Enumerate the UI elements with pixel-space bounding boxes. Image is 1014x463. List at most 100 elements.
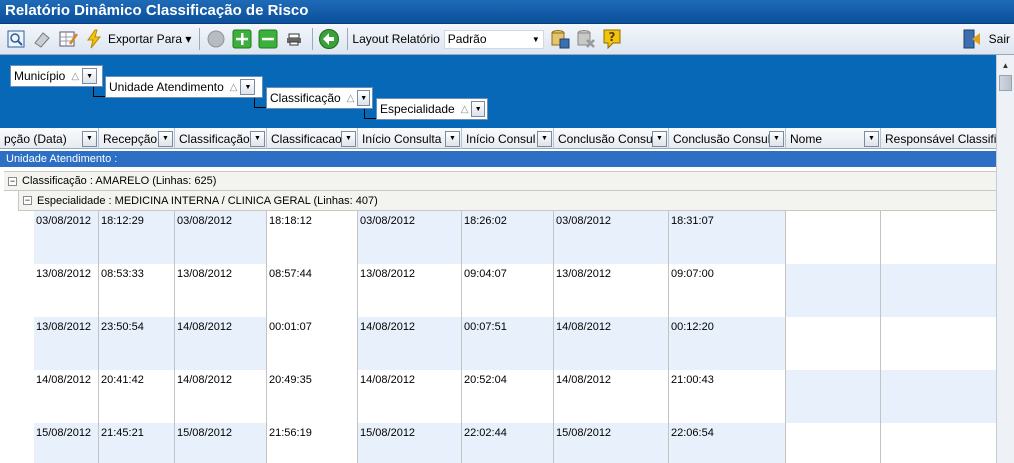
table-cell[interactable]: 22:06:54 <box>669 423 786 463</box>
table-row[interactable]: 03/08/2012 18:12:29 03/08/2012 18:18:12 … <box>34 211 996 264</box>
help-icon[interactable]: ? <box>600 27 624 51</box>
column-header[interactable]: Classificacao ▼ <box>267 128 358 149</box>
table-cell[interactable]: 20:49:35 <box>267 370 358 423</box>
table-cell[interactable]: 00:07:51 <box>462 317 554 370</box>
back-icon[interactable] <box>317 27 341 51</box>
chevron-down-icon[interactable]: ▼ <box>357 90 370 106</box>
table-cell[interactable] <box>786 423 881 463</box>
vertical-scrollbar[interactable]: ▲ <box>996 55 1014 463</box>
chevron-down-icon[interactable]: ▼ <box>82 68 98 84</box>
column-header[interactable]: Início Consulta ▼ <box>358 128 462 149</box>
column-header[interactable]: Nome ▼ <box>786 128 881 149</box>
scrollbar-thumb[interactable] <box>999 75 1012 91</box>
table-cell[interactable]: 13/08/2012 <box>34 317 99 370</box>
table-cell[interactable]: 13/08/2012 <box>554 264 669 317</box>
table-cell[interactable]: 18:18:12 <box>267 211 358 264</box>
chevron-down-icon[interactable]: ▼ <box>82 130 97 147</box>
chevron-down-icon[interactable]: ▼ <box>769 130 784 147</box>
table-cell[interactable]: 14/08/2012 <box>554 317 669 370</box>
remove-icon[interactable] <box>256 27 280 51</box>
table-cell[interactable]: 15/08/2012 <box>34 423 99 463</box>
table-row[interactable]: 14/08/2012 20:41:42 14/08/2012 20:49:35 … <box>34 370 996 423</box>
table-row[interactable]: 15/08/2012 21:45:21 15/08/2012 21:56:19 … <box>34 423 996 463</box>
chevron-down-icon[interactable]: ▼ <box>471 101 485 117</box>
group-row-especialidade[interactable]: − Especialidade : MEDICINA INTERNA / CLI… <box>18 191 996 211</box>
group-row-unidade-atendimento[interactable]: Unidade Atendimento : <box>0 151 996 167</box>
table-cell[interactable] <box>881 317 996 370</box>
table-row[interactable]: 13/08/2012 23:50:54 14/08/2012 00:01:07 … <box>34 317 996 370</box>
export-icon[interactable] <box>82 27 106 51</box>
chevron-down-icon[interactable]: ▼ <box>240 79 256 95</box>
column-header[interactable]: pção (Data) ▼ <box>0 128 99 149</box>
table-cell[interactable]: 21:00:43 <box>669 370 786 423</box>
table-cell[interactable]: 13/08/2012 <box>34 264 99 317</box>
column-header[interactable]: Recepção ▼ <box>99 128 175 149</box>
table-cell[interactable]: 14/08/2012 <box>175 317 267 370</box>
table-cell[interactable]: 21:45:21 <box>99 423 175 463</box>
group-box-especialidade[interactable]: Especialidade △ ▼ <box>376 98 488 120</box>
table-cell[interactable]: 09:04:07 <box>462 264 554 317</box>
table-cell[interactable]: 03/08/2012 <box>554 211 669 264</box>
table-cell[interactable]: 15/08/2012 <box>175 423 267 463</box>
table-cell[interactable] <box>786 370 881 423</box>
exit-button[interactable]: Sair <box>961 27 1010 51</box>
table-cell[interactable]: 14/08/2012 <box>34 370 99 423</box>
table-cell[interactable]: 14/08/2012 <box>358 317 462 370</box>
table-cell[interactable]: 20:52:04 <box>462 370 554 423</box>
table-cell[interactable]: 03/08/2012 <box>358 211 462 264</box>
column-header[interactable]: Classificação ▼ <box>175 128 267 149</box>
export-menu-button[interactable]: Exportar Para ▾ <box>108 32 191 46</box>
table-cell[interactable]: 15/08/2012 <box>554 423 669 463</box>
group-box-classificacao[interactable]: Classificação △ ▼ <box>266 87 373 109</box>
table-cell[interactable]: 13/08/2012 <box>175 264 267 317</box>
table-cell[interactable]: 13/08/2012 <box>358 264 462 317</box>
column-header[interactable]: Conclusão Consu ▼ <box>554 128 669 149</box>
table-cell[interactable] <box>786 264 881 317</box>
table-cell[interactable]: 14/08/2012 <box>554 370 669 423</box>
group-row-classificacao[interactable]: − Classificação : AMARELO (Linhas: 625) <box>4 171 996 191</box>
table-cell[interactable]: 14/08/2012 <box>358 370 462 423</box>
chevron-down-icon[interactable]: ▼ <box>250 130 265 147</box>
table-cell[interactable]: 14/08/2012 <box>175 370 267 423</box>
table-cell[interactable]: 00:12:20 <box>669 317 786 370</box>
collapse-icon[interactable]: − <box>8 176 17 186</box>
print-layout-icon[interactable] <box>282 27 306 51</box>
chevron-down-icon[interactable]: ▼ <box>158 130 173 147</box>
group-box-municipio[interactable]: Município △ ▼ <box>10 65 103 87</box>
preview-icon[interactable] <box>4 27 28 51</box>
table-cell[interactable] <box>881 264 996 317</box>
table-row[interactable]: 13/08/2012 08:53:33 13/08/2012 08:57:44 … <box>34 264 996 317</box>
table-cell[interactable]: 18:31:07 <box>669 211 786 264</box>
layout-select[interactable]: Padrão ▼ <box>443 29 544 49</box>
circle-icon[interactable] <box>204 27 228 51</box>
table-cell[interactable] <box>881 423 996 463</box>
table-cell[interactable]: 09:07:00 <box>669 264 786 317</box>
table-cell[interactable]: 22:02:44 <box>462 423 554 463</box>
column-header[interactable]: Responsável Classific <box>881 128 996 149</box>
table-cell[interactable] <box>881 211 996 264</box>
column-header[interactable]: Início Consul ▼ <box>462 128 554 149</box>
table-cell[interactable]: 21:56:19 <box>267 423 358 463</box>
column-header[interactable]: Conclusão Consul ▼ <box>669 128 786 149</box>
table-cell[interactable]: 03/08/2012 <box>175 211 267 264</box>
table-cell[interactable] <box>786 317 881 370</box>
table-cell[interactable]: 23:50:54 <box>99 317 175 370</box>
group-box-unidade-atendimento[interactable]: Unidade Atendimento △ ▼ <box>105 76 263 98</box>
table-cell[interactable]: 18:12:29 <box>99 211 175 264</box>
table-cell[interactable]: 03/08/2012 <box>34 211 99 264</box>
table-cell[interactable]: 20:41:42 <box>99 370 175 423</box>
table-cell[interactable] <box>881 370 996 423</box>
delete-layout-icon[interactable] <box>574 27 598 51</box>
chevron-down-icon[interactable]: ▼ <box>341 130 356 147</box>
table-cell[interactable]: 15/08/2012 <box>358 423 462 463</box>
table-cell[interactable]: 08:53:33 <box>99 264 175 317</box>
edit-grid-icon[interactable] <box>56 27 80 51</box>
chevron-down-icon[interactable]: ▼ <box>864 130 879 147</box>
add-icon[interactable] <box>230 27 254 51</box>
chevron-down-icon[interactable]: ▼ <box>652 130 667 147</box>
table-cell[interactable]: 18:26:02 <box>462 211 554 264</box>
chevron-down-icon[interactable]: ▼ <box>445 130 460 147</box>
table-cell[interactable]: 00:01:07 <box>267 317 358 370</box>
save-layout-icon[interactable] <box>548 27 572 51</box>
chevron-down-icon[interactable]: ▼ <box>537 130 552 147</box>
